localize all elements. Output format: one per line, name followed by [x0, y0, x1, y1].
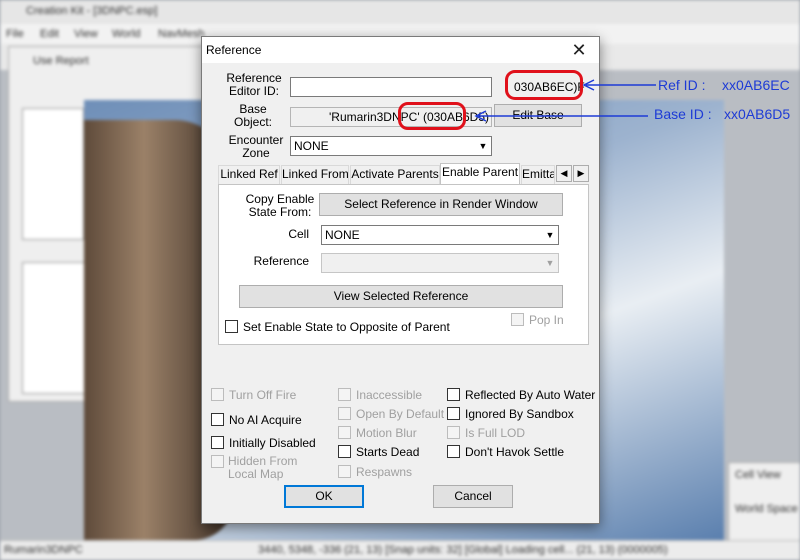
- app-title: Creation Kit - [3DNPC.esp]: [26, 5, 158, 17]
- reflected-by-auto-water-label: Reflected By Auto Water: [465, 388, 596, 402]
- opposite-state-checkbox[interactable]: Set Enable State to Opposite of Parent: [225, 320, 450, 334]
- hidden-from-local-map-label: Hidden From Local Map: [228, 454, 298, 481]
- menu-navmesh[interactable]: NavMesh: [158, 28, 204, 40]
- menu-edit[interactable]: Edit: [40, 28, 59, 40]
- enable-parent-panel: Copy Enable State From: Select Reference…: [218, 184, 589, 345]
- motion-blur-label: Motion Blur: [356, 426, 417, 440]
- encounter-zone-label: Encounter Zone: [228, 133, 284, 160]
- checkbox-box: [338, 465, 351, 478]
- checkbox-box: [211, 388, 224, 401]
- view-selected-reference-button[interactable]: View Selected Reference: [239, 285, 563, 308]
- encounter-zone-value: NONE: [294, 139, 329, 153]
- use-report-list: [22, 108, 84, 240]
- tab-linked-ref[interactable]: Linked Ref: [218, 165, 280, 184]
- app-titlebar: Creation Kit - [3DNPC.esp]: [0, 0, 800, 24]
- initially-disabled-checkbox[interactable]: Initially Disabled: [211, 436, 316, 450]
- no-ai-acquire-label: No AI Acquire: [229, 413, 302, 427]
- tab-activate-parents[interactable]: Activate Parents: [350, 165, 440, 184]
- ref-editor-id-input[interactable]: [290, 77, 492, 97]
- checkbox-box[interactable]: [447, 445, 460, 458]
- inaccessible-label: Inaccessible: [356, 388, 423, 402]
- ref-id-annotation-value: xx0AB6EC: [722, 77, 790, 93]
- checkbox-box: [338, 407, 351, 420]
- respawns-label: Respawns: [356, 465, 413, 479]
- cancel-button[interactable]: Cancel: [433, 485, 513, 508]
- cell-value: NONE: [325, 228, 360, 242]
- menu-world[interactable]: World: [112, 28, 141, 40]
- cell-select[interactable]: NONE ▼: [321, 225, 559, 245]
- ref-id-annotation-label: Ref ID :: [658, 77, 706, 93]
- base-id-annotation-value: xx0AB6D5: [724, 106, 791, 122]
- turn-off-fire-checkbox: Turn Off Fire: [211, 388, 296, 402]
- checkbox-box: [211, 455, 224, 468]
- checkbox-box: [511, 313, 524, 326]
- dont-havok-settle-checkbox[interactable]: Don't Havok Settle: [447, 445, 564, 459]
- initially-disabled-label: Initially Disabled: [229, 436, 316, 450]
- is-full-lod-label: Is Full LOD: [465, 426, 526, 440]
- turn-off-fire-label: Turn Off Fire: [229, 388, 297, 402]
- tab-linked-from[interactable]: Linked From: [281, 165, 349, 184]
- dialog-titlebar: Reference ✕: [202, 37, 599, 63]
- motion-blur-checkbox: Motion Blur: [338, 426, 417, 440]
- annotation-arrows: [474, 79, 656, 122]
- tab-enable-parent[interactable]: Enable Parent: [440, 163, 520, 185]
- encounter-zone-select[interactable]: NONE ▼: [290, 136, 492, 156]
- select-reference-button[interactable]: Select Reference in Render Window: [319, 193, 563, 216]
- checkbox-box[interactable]: [447, 407, 460, 420]
- starts-dead-checkbox[interactable]: Starts Dead: [338, 445, 419, 459]
- respawns-checkbox: Respawns: [338, 465, 412, 479]
- menu-view[interactable]: View: [74, 28, 98, 40]
- use-report-title: Use Report: [33, 55, 89, 67]
- checkbox-box[interactable]: [447, 388, 460, 401]
- world-space-label: World Space: [735, 503, 798, 515]
- chevron-down-icon: ▼: [478, 141, 488, 151]
- status-bar: Rumarin3DNPC 3440, 5348, -336 (21, 13) […: [0, 540, 800, 560]
- dialog-title: Reference: [206, 43, 262, 57]
- base-object-label: Base Object:: [233, 102, 272, 129]
- open-by-default-label: Open By Default: [356, 407, 445, 421]
- ignored-by-sandbox-label: Ignored By Sandbox: [465, 407, 574, 421]
- tab-strip: Linked Ref Linked From Activate Parents …: [218, 163, 590, 185]
- open-by-default-checkbox: Open By Default: [338, 407, 444, 421]
- chevron-down-icon: ▼: [545, 258, 555, 268]
- base-id-highlight: [398, 102, 466, 130]
- inaccessible-checkbox: Inaccessible: [338, 388, 422, 402]
- checkbox-box[interactable]: [225, 320, 238, 333]
- checkbox-box: [338, 388, 351, 401]
- checkbox-box: [338, 426, 351, 439]
- ok-button[interactable]: OK: [284, 485, 364, 508]
- reference-label: Reference: [253, 254, 309, 268]
- is-full-lod-checkbox: Is Full LOD: [447, 426, 525, 440]
- cell-view-title: Cell View: [735, 469, 781, 481]
- status-left: Rumarin3DNPC: [4, 544, 83, 556]
- pop-in-label: Pop In: [529, 313, 564, 327]
- close-icon[interactable]: ✕: [565, 39, 593, 61]
- hidden-from-local-map-checkbox: Hidden From Local Map: [211, 455, 297, 481]
- reflected-by-auto-water-checkbox[interactable]: Reflected By Auto Water: [447, 388, 595, 402]
- checkbox-box[interactable]: [211, 436, 224, 449]
- ignored-by-sandbox-checkbox[interactable]: Ignored By Sandbox: [447, 407, 574, 421]
- used-in-list: [22, 262, 86, 394]
- pop-in-checkbox: Pop In: [511, 313, 564, 327]
- base-id-annotation-label: Base ID :: [654, 106, 712, 122]
- tab-scroll-right-icon[interactable]: ▶: [573, 165, 589, 182]
- checkbox-box[interactable]: [338, 445, 351, 458]
- copy-enable-state-label: Copy Enable State From:: [245, 192, 315, 219]
- ref-editor-id-label: Reference Editor ID:: [226, 71, 282, 98]
- tab-emittance[interactable]: Emitta: [521, 165, 555, 184]
- checkbox-box[interactable]: [211, 413, 224, 426]
- status-right: 3440, 5348, -336 (21, 13) [Snap units: 3…: [258, 544, 668, 556]
- dont-havok-settle-label: Don't Havok Settle: [465, 445, 565, 459]
- cell-label: Cell: [288, 227, 309, 241]
- tab-scroll-left-icon[interactable]: ◀: [556, 165, 572, 182]
- menu-file[interactable]: File: [6, 28, 24, 40]
- no-ai-acquire-checkbox[interactable]: No AI Acquire: [211, 413, 302, 427]
- chevron-down-icon: ▼: [545, 230, 555, 240]
- starts-dead-label: Starts Dead: [356, 445, 420, 459]
- checkbox-box: [447, 426, 460, 439]
- reference-select: ▼: [321, 253, 559, 273]
- opposite-state-label: Set Enable State to Opposite of Parent: [243, 320, 450, 334]
